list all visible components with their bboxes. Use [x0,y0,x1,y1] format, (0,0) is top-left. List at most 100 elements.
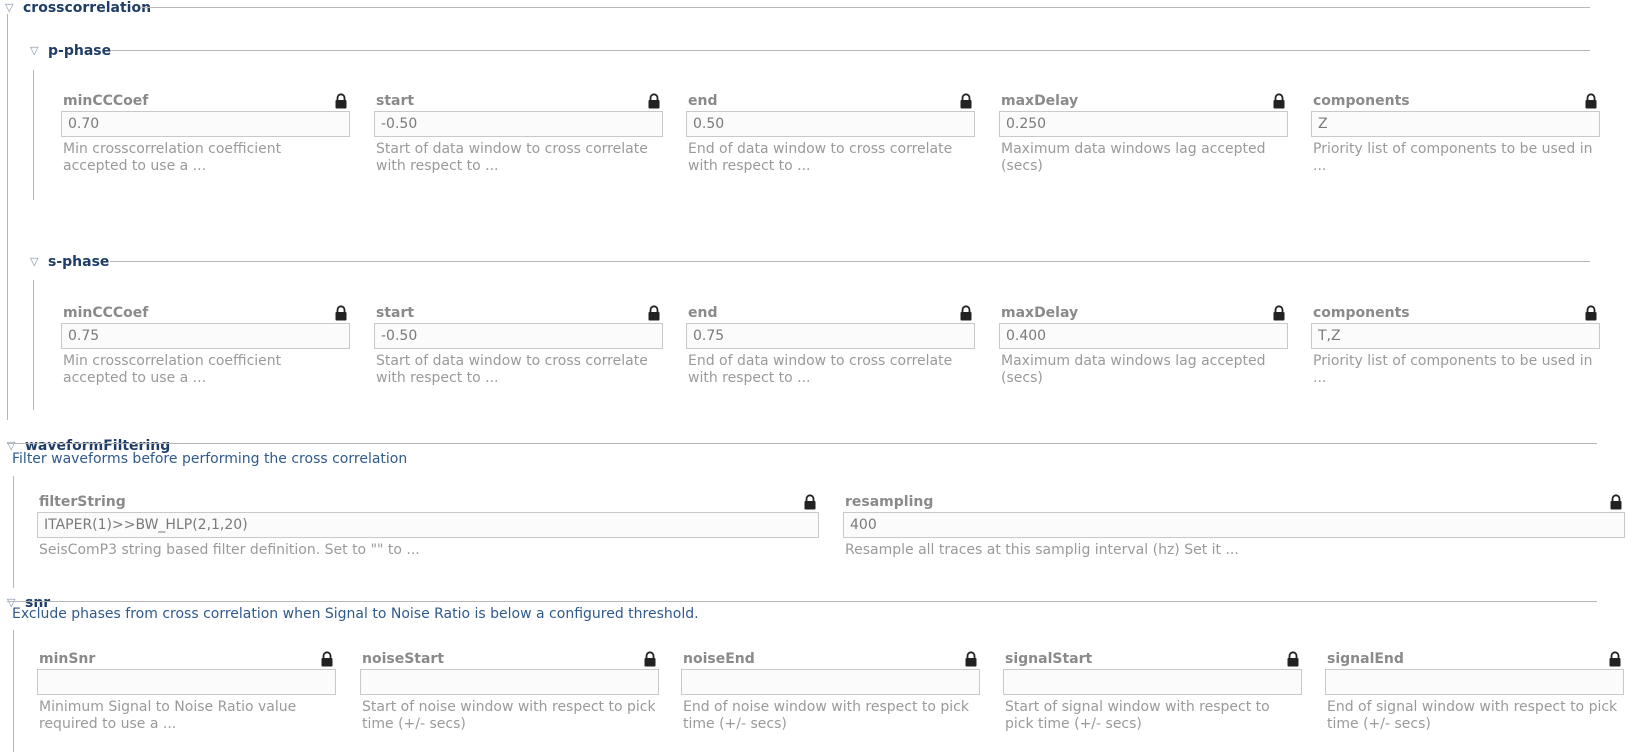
lock-icon[interactable] [334,305,348,321]
minSnr-input[interactable] [37,669,336,695]
field-label: start [376,305,415,321]
section-indent-line [13,476,14,588]
lock-icon[interactable] [1609,494,1623,510]
field-description: Maximum data windows lag accepted (secs) [1001,353,1266,386]
section-indent-line [33,280,34,410]
field-end: end 0.75 End of data window to cross corre… [686,305,975,395]
field-label: components [1313,93,1410,109]
field-label: start [376,93,415,109]
end-input[interactable]: 0.50 [686,111,975,137]
field-components: components Z Priority list of components t… [1311,93,1600,183]
field-label: components [1313,305,1410,321]
section-divider [7,601,1597,602]
field-label: maxDelay [1001,305,1079,321]
lock-icon[interactable] [1584,305,1598,321]
field-end: end 0.50 End of data window to cross corre… [686,93,975,183]
field-minSnr: minSnr Minimum Signal to Noise Ratio valu… [37,651,336,741]
field-description: Min crosscorrelation coefficient accepte… [63,141,282,174]
maxDelay-input[interactable]: 0.400 [999,323,1288,349]
field-description: Maximum data windows lag accepted (secs) [1001,141,1266,174]
field-filterString: filterString ITAPER(1)>>BW_HLP(2,1,20) Sei… [37,494,819,584]
end-input[interactable]: 0.75 [686,323,975,349]
field-label: signalStart [1005,651,1093,667]
field-description: SeisComP3 string based filter definition… [39,542,420,558]
resampling-input[interactable]: 400 [843,512,1625,538]
section-title-s-phase: s-phase [48,254,110,270]
field-label: minSnr [39,651,96,667]
lock-icon[interactable] [647,93,661,109]
section-description: Filter waveforms before performing the c… [12,451,408,467]
field-description: Start of noise window with respect to pi… [362,699,656,732]
collapse-triangle-icon[interactable]: ▽ [30,45,42,57]
noiseEnd-input[interactable] [681,669,980,695]
lock-icon[interactable] [320,651,334,667]
field-description: Start of data window to cross correlate … [376,353,648,386]
start-input[interactable]: -0.50 [374,111,663,137]
section-divider [7,443,1597,444]
field-description: End of data window to cross correlate wi… [688,353,953,386]
field-label: end [688,305,718,321]
field-description: End of signal window with respect to pic… [1327,699,1618,732]
field-start: start -0.50 Start of data window to cross … [374,305,663,395]
field-label: minCCCoef [63,93,149,109]
section-divider [110,50,1590,51]
minCCCoef-input[interactable]: 0.75 [61,323,350,349]
lock-icon[interactable] [1272,93,1286,109]
field-label: minCCCoef [63,305,149,321]
noiseStart-input[interactable] [360,669,659,695]
field-description: Resample all traces at this samplig inte… [845,542,1239,558]
field-noiseEnd: noiseEnd End of noise window with respect… [681,651,980,741]
s-phase-header[interactable]: ▽ s-phase [30,254,109,270]
lock-icon[interactable] [647,305,661,321]
lock-icon[interactable] [643,651,657,667]
section-indent-line [33,70,34,200]
field-components: components T,Z Priority list of components… [1311,305,1600,395]
section-description: Exclude phases from cross correlation wh… [12,606,699,622]
lock-icon[interactable] [803,494,817,510]
lock-icon[interactable] [1272,305,1286,321]
lock-icon[interactable] [964,651,978,667]
field-description: End of data window to cross correlate wi… [688,141,953,174]
section-title-crosscorrelation: crosscorrelation [23,0,152,16]
collapse-triangle-icon[interactable]: ▽ [5,2,17,14]
field-description: Minimum Signal to Noise Ratio value requ… [39,699,297,732]
field-description: End of noise window with respect to pick… [683,699,969,732]
lock-icon[interactable] [1286,651,1300,667]
section-indent-line [7,14,8,420]
field-description: Priority list of components to be used i… [1313,141,1593,174]
field-signalStart: signalStart Start of signal window with r… [1003,651,1302,741]
field-maxDelay: maxDelay 0.250 Maximum data windows lag ac… [999,93,1288,183]
field-description: Start of signal window with respect to p… [1005,699,1270,732]
crosscorrelation-header[interactable]: ▽ crosscorrelation [5,0,151,16]
signalStart-input[interactable] [1003,669,1302,695]
field-label: maxDelay [1001,93,1079,109]
field-label: signalEnd [1327,651,1404,667]
start-input[interactable]: -0.50 [374,323,663,349]
lock-icon[interactable] [334,93,348,109]
signalEnd-input[interactable] [1325,669,1624,695]
collapse-triangle-icon[interactable]: ▽ [30,256,42,268]
lock-icon[interactable] [959,305,973,321]
p-phase-header[interactable]: ▽ p-phase [30,43,111,59]
field-signalEnd: signalEnd End of signal window with respe… [1325,651,1624,741]
maxDelay-input[interactable]: 0.250 [999,111,1288,137]
field-noiseStart: noiseStart Start of noise window with res… [360,651,659,741]
field-label: filterString [39,494,126,510]
minCCCoef-input[interactable]: 0.70 [61,111,350,137]
field-description: Min crosscorrelation coefficient accepte… [63,353,282,386]
field-label: resampling [845,494,934,510]
lock-icon[interactable] [1584,93,1598,109]
lock-icon[interactable] [1608,651,1622,667]
components-input[interactable]: Z [1311,111,1600,137]
field-label: noiseStart [362,651,445,667]
lock-icon[interactable] [959,93,973,109]
section-divider [140,7,1590,8]
field-label: end [688,93,718,109]
section-title-p-phase: p-phase [48,43,112,59]
section-divider [110,261,1590,262]
filterString-input[interactable]: ITAPER(1)>>BW_HLP(2,1,20) [37,512,819,538]
field-minCCCoef: minCCCoef 0.70 Min crosscorrelation coeffi… [61,93,350,183]
field-description: Start of data window to cross correlate … [376,141,648,174]
section-indent-line [13,630,14,752]
components-input[interactable]: T,Z [1311,323,1600,349]
